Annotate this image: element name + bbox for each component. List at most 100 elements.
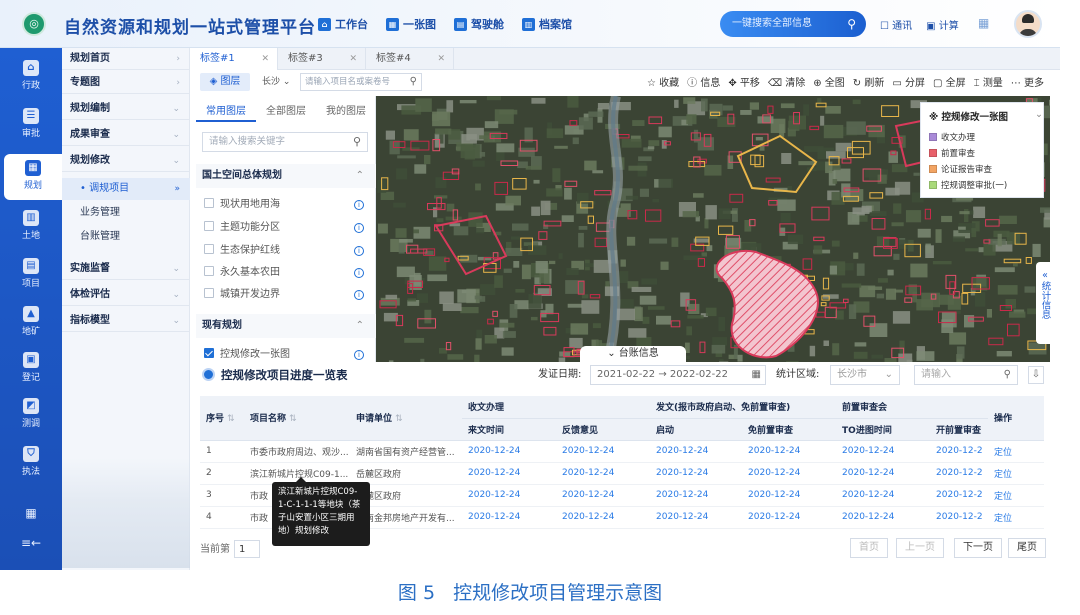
info-icon[interactable]: i: [354, 200, 364, 210]
rail-item-planning[interactable]: ▦ 规划: [4, 154, 62, 200]
menu-ledger-manage[interactable]: 台账管理: [62, 226, 190, 248]
info-icon[interactable]: i: [354, 350, 364, 360]
sort-icon[interactable]: ⇅: [289, 414, 297, 424]
search-icon[interactable]: ⚲: [353, 133, 361, 151]
close-icon[interactable]: ✕: [261, 48, 269, 70]
page-number-input[interactable]: 1: [234, 540, 260, 558]
sort-icon[interactable]: ⇅: [227, 414, 235, 424]
rail-item-law[interactable]: ⛉ 执法: [0, 440, 62, 486]
clear-button[interactable]: ⌫ 清除: [768, 74, 805, 89]
messaging-button[interactable]: ☐ 通讯: [880, 17, 912, 32]
table-row[interactable]: 1 市委市政府周边、观沙... 湖南省国有资产经营管... 2020-12-24 202…: [200, 440, 1045, 463]
rail-item-admin[interactable]: ⌂ 行政: [0, 54, 62, 100]
collapse-menu-icon[interactable]: ≡←: [0, 536, 62, 550]
more-button[interactable]: ⋯ 更多: [1011, 74, 1044, 89]
chevron-down-icon[interactable]: ⌄: [1035, 109, 1043, 120]
last-page-button[interactable]: 尾页: [1008, 538, 1046, 558]
nav-cockpit[interactable]: ▤ 驾驶舱: [454, 16, 504, 32]
favorite-button[interactable]: ☆ 收藏: [647, 74, 679, 89]
col-applicant[interactable]: 申请单位 ⇅: [350, 396, 462, 441]
menu-plan-compile[interactable]: 规划编制 ⌄: [62, 98, 190, 120]
layer-item[interactable]: 城镇开发边界 i: [196, 284, 376, 306]
layer-checkbox[interactable]: [204, 198, 214, 208]
locate-action[interactable]: 定位: [988, 484, 1045, 507]
next-page-button[interactable]: 下一页: [954, 538, 1002, 558]
table-row[interactable]: 2 滨江新城片控规C09-1... 岳麓区政府 2020-12-24 2020-12-2…: [200, 462, 1045, 485]
app-grid-icon[interactable]: ▦: [0, 506, 62, 520]
menu-business-manage[interactable]: 业务管理: [62, 202, 190, 224]
tab-all-layers[interactable]: 全部图层: [256, 102, 316, 122]
menu-result-review[interactable]: 成果审查 ⌄: [62, 124, 190, 146]
ledger-info-tab[interactable]: ⌄ 台账信息: [580, 346, 686, 362]
search-icon[interactable]: ⚲: [847, 11, 856, 37]
col-waive-review[interactable]: 免前置审查: [742, 418, 837, 441]
rail-item-register[interactable]: ▣ 登记: [0, 346, 62, 392]
export-button[interactable]: ⇩: [1028, 366, 1044, 384]
close-icon[interactable]: ✕: [437, 48, 445, 70]
refresh-button[interactable]: ↻ 刷新: [853, 74, 885, 89]
search-icon[interactable]: ⚲: [410, 74, 417, 90]
layer-checkbox[interactable]: [204, 288, 214, 298]
search-icon[interactable]: ⚲: [1004, 366, 1011, 384]
tab-4[interactable]: 标签#4 ✕: [366, 48, 454, 70]
section-territorial-plan[interactable]: 国土空间总体规划 ⌃: [196, 164, 376, 188]
menu-adjust-project[interactable]: • 调规项目»: [62, 178, 190, 200]
full-extent-button[interactable]: ⊕ 全图: [813, 74, 845, 89]
city-select[interactable]: 长沙 ⌄: [262, 73, 290, 91]
info-icon[interactable]: i: [354, 290, 364, 300]
nav-archive[interactable]: ▥ 档案馆: [522, 16, 572, 32]
rail-item-land[interactable]: ▥ 土地: [0, 204, 62, 250]
locate-action[interactable]: 定位: [988, 506, 1045, 529]
info-button[interactable]: ⓘ 信息: [687, 74, 720, 89]
col-project-name[interactable]: 项目名称 ⇅: [244, 396, 350, 441]
layer-item[interactable]: 主题功能分区 i: [196, 217, 376, 239]
nav-one-map[interactable]: ▦ 一张图: [386, 16, 436, 32]
tab-my-layers[interactable]: 我的图层: [316, 102, 376, 122]
col-to-time[interactable]: TO进图时间: [836, 418, 931, 441]
menu-thematic-map[interactable]: 专题图 ›: [62, 72, 190, 94]
pan-button[interactable]: ✥ 平移: [728, 74, 760, 89]
tab-common-layers[interactable]: 常用图层: [196, 102, 256, 122]
sort-icon[interactable]: ⇅: [395, 414, 403, 424]
split-screen-button[interactable]: ▭ 分屏: [892, 74, 925, 89]
rail-item-survey[interactable]: ◩ 测调: [0, 392, 62, 438]
layer-item[interactable]: 永久基本农田 i: [196, 262, 376, 284]
col-index[interactable]: 序号 ⇅: [200, 396, 244, 441]
calculator-button[interactable]: ▣ 计算: [926, 17, 959, 32]
layer-checkbox[interactable]: [204, 244, 214, 254]
info-icon[interactable]: i: [354, 246, 364, 256]
rail-item-mining[interactable]: ▲ 地矿: [0, 300, 62, 346]
menu-indicator-model[interactable]: 指标模型 ⌄: [62, 310, 190, 332]
info-icon[interactable]: i: [354, 223, 364, 233]
menu-plan-modify[interactable]: 规划修改 ⌄: [62, 150, 190, 172]
nav-workbench[interactable]: ⌂ 工作台: [318, 16, 368, 32]
measure-button[interactable]: ⌶ 测量: [974, 74, 1003, 89]
first-page-button[interactable]: 首页: [850, 538, 888, 558]
layer-checkbox[interactable]: [204, 221, 214, 231]
layer-search-input[interactable]: 请输入搜索关键字 ⚲: [202, 132, 368, 152]
col-start[interactable]: 启动: [650, 418, 743, 441]
menu-supervision[interactable]: 实施监督 ⌄: [62, 258, 190, 280]
date-range-picker[interactable]: 2021-02-22 → 2022-02-22 ▦: [590, 365, 766, 385]
locate-action[interactable]: 定位: [988, 440, 1045, 463]
info-icon[interactable]: i: [354, 268, 364, 278]
tab-3[interactable]: 标签#3 ✕: [278, 48, 366, 70]
locate-action[interactable]: 定位: [988, 462, 1045, 485]
section-existing-plan[interactable]: 现有规划 ⌃: [196, 314, 376, 338]
rail-item-project[interactable]: ▤ 项目: [0, 252, 62, 298]
legend-title[interactable]: ※ 控规修改一张图 ⌄: [929, 109, 1043, 123]
fullscreen-button[interactable]: ▢ 全屏: [933, 74, 966, 89]
apps-grid-icon[interactable]: ▦: [978, 16, 994, 32]
col-receive-time[interactable]: 来文时间: [462, 418, 556, 441]
keyword-input[interactable]: 请输入 ⚲: [914, 365, 1018, 385]
close-icon[interactable]: ✕: [349, 48, 357, 70]
layer-checkbox[interactable]: [204, 266, 214, 276]
layer-toggle-button[interactable]: ◈ 图层: [200, 73, 250, 91]
menu-planning-home[interactable]: 规划首页 ›: [62, 48, 190, 70]
global-search-input[interactable]: 一键搜索全部信息 ⚲: [720, 11, 866, 37]
rail-item-approval[interactable]: ☰ 审批: [0, 102, 62, 148]
menu-evaluation[interactable]: 体检评估 ⌄: [62, 284, 190, 306]
col-open-review[interactable]: 开前置审查: [930, 418, 989, 441]
layer-checkbox-checked[interactable]: [204, 348, 214, 358]
statistics-side-tab[interactable]: «统计信息: [1036, 262, 1054, 344]
